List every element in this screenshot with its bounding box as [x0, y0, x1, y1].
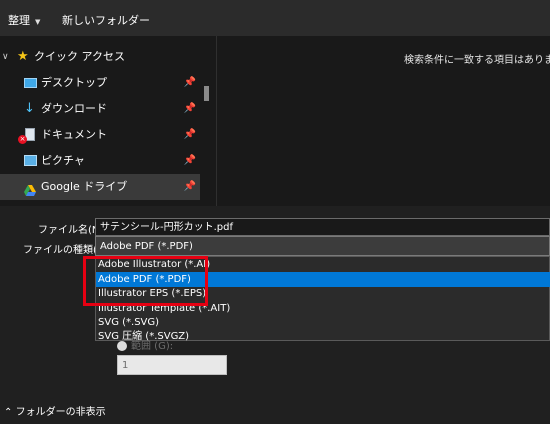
organize-label: 整理	[8, 14, 30, 27]
hide-folders-button[interactable]: ⌃ フォルダーの非表示	[4, 403, 106, 418]
pin-icon[interactable]: 📌	[184, 148, 196, 174]
filetype-option-selected[interactable]: Adobe PDF (*.PDF)	[96, 272, 550, 287]
error-badge-icon: ×	[18, 135, 27, 144]
sidebar-item-label: ピクチャ	[41, 154, 85, 167]
filetype-option[interactable]: Adobe Illustrator (*.AI)	[96, 257, 550, 272]
organize-button[interactable]: 整理 ▼	[8, 14, 40, 29]
empty-message: 検索条件に一致する項目はありませ	[404, 55, 550, 66]
radio-button[interactable]	[117, 341, 127, 351]
quick-access-item[interactable]: ∨ ★ クイック アクセス	[0, 44, 200, 70]
new-folder-button[interactable]: 新しいフォルダー	[62, 14, 150, 28]
sidebar-item-pictures[interactable]: ピクチャ 📌	[0, 148, 200, 174]
quick-access-label: クイック アクセス	[34, 50, 125, 63]
nav-scrollbar-thumb[interactable]	[204, 86, 209, 101]
chevron-down-icon[interactable]: ∨	[2, 44, 9, 70]
navigation-pane: ∨ ★ クイック アクセス デスクトップ 📌 ↓ ダウンロード 📌 × ドキュメ…	[0, 36, 216, 206]
chevron-up-icon: ⌃	[4, 407, 13, 418]
save-options-panel: ファイル名(N): サテンシール-円形カット.pdf ファイルの種類(T): A…	[0, 206, 550, 424]
file-list[interactable]: 検索条件に一致する項目はありませ	[217, 36, 550, 206]
sidebar-item-label: ダウンロード	[41, 102, 107, 115]
google-drive-icon	[24, 181, 36, 196]
star-icon: ★	[17, 49, 29, 64]
filetype-option[interactable]: Illustrator Template (*.AIT)	[96, 301, 550, 316]
range-input[interactable]: 1	[117, 355, 227, 375]
range-radio[interactable]: 範囲 (G):	[117, 337, 173, 352]
range-label: 範囲 (G):	[131, 341, 174, 352]
sidebar-item-google-drive[interactable]: Google ドライブ 📌	[0, 174, 200, 200]
filetype-option[interactable]: SVG (*.SVG)	[96, 315, 550, 330]
download-icon: ↓	[24, 101, 35, 116]
caret-down-icon: ▼	[35, 18, 41, 26]
desktop-icon	[24, 78, 37, 88]
hide-folders-label: フォルダーの非表示	[15, 407, 106, 418]
sidebar-item-label: Google ドライブ	[41, 180, 128, 193]
pin-icon[interactable]: 📌	[184, 174, 196, 200]
pin-icon[interactable]: 📌	[184, 122, 196, 148]
sidebar-item-downloads[interactable]: ↓ ダウンロード 📌	[0, 96, 200, 122]
filetype-option[interactable]: Illustrator EPS (*.EPS)	[96, 286, 550, 301]
pin-icon[interactable]: 📌	[184, 96, 196, 122]
sidebar-item-desktop[interactable]: デスクトップ 📌	[0, 70, 200, 96]
filetype-dropdown-list: Adobe Illustrator (*.AI) Adobe PDF (*.PD…	[95, 256, 550, 342]
filetype-select[interactable]: Adobe PDF (*.PDF)	[95, 236, 550, 256]
toolbar: 整理 ▼ 新しいフォルダー	[0, 0, 550, 36]
sidebar-item-label: ドキュメント	[41, 128, 107, 141]
sidebar-item-documents[interactable]: × ドキュメント 📌	[0, 122, 200, 148]
pin-icon[interactable]: 📌	[184, 70, 196, 96]
sidebar-item-label: デスクトップ	[41, 76, 107, 89]
pictures-icon	[24, 155, 37, 166]
filename-input[interactable]: サテンシール-円形カット.pdf	[95, 218, 550, 236]
